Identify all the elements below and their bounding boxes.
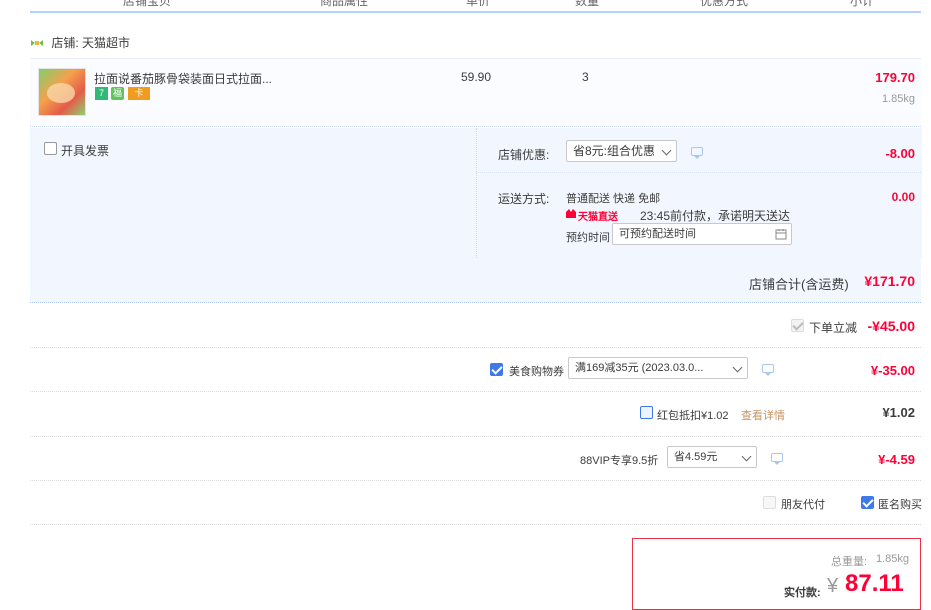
- item-unit-price: 59.90: [461, 70, 492, 84]
- tmall-direct-label: 天猫直送: [578, 212, 618, 223]
- vip-label: 88VIP专享9.5折: [580, 455, 659, 467]
- header-qty: 数量: [575, 0, 600, 8]
- shipping-method: 普通配送 快递 免邮: [566, 193, 661, 205]
- food-coupon-label: 美食购物券: [509, 366, 564, 378]
- tmall-direct-icon: [566, 207, 576, 218]
- item-subtotal: 179.70: [875, 70, 915, 85]
- schedule-placeholder: 可预约配送时间: [619, 228, 696, 240]
- instant-discount-label: 下单立减: [809, 321, 858, 335]
- total-weight-label: 总重量:: [831, 556, 868, 568]
- chevron-down-icon: [734, 447, 756, 467]
- row-divider: [30, 391, 921, 392]
- header-item: 店铺宝贝: [123, 0, 172, 8]
- friend-pay-checkbox[interactable]: [763, 496, 776, 509]
- store-total-amount: ¥171.70: [864, 273, 915, 289]
- message-icon[interactable]: [771, 453, 783, 465]
- item-row: [30, 58, 921, 127]
- store-discount-label: 店铺优惠:: [498, 148, 550, 162]
- schedule-input[interactable]: 可预约配送时间: [612, 223, 792, 245]
- item-title[interactable]: 拉面说番茄豚骨袋装面日式拉面...: [94, 70, 394, 87]
- header-attr: 商品属性: [320, 0, 369, 8]
- vip-amount: ¥-4.59: [878, 452, 915, 467]
- store-discount-amount: -8.00: [885, 146, 915, 161]
- store-total-label: 店铺合计(含运费): [749, 277, 849, 292]
- friend-pay-label: 朋友代付: [781, 499, 825, 511]
- guarantee-icon: 福: [111, 87, 124, 100]
- instant-discount-amount: -¥45.00: [867, 318, 915, 334]
- food-coupon-select[interactable]: 满169减35元 (2023.03.0...: [568, 357, 748, 379]
- seven-day-return-icon: 7: [95, 87, 108, 100]
- anonymous-checkbox[interactable]: [861, 496, 874, 509]
- instant-discount-checkbox: [791, 319, 804, 332]
- invoice-checkbox[interactable]: [44, 142, 57, 155]
- shop-row: 店铺: 天猫超市: [30, 34, 130, 51]
- schedule-label: 预约时间: [566, 232, 610, 244]
- calendar-icon: [775, 229, 787, 240]
- store-discount-select[interactable]: 省8元:组合优惠: [566, 140, 677, 162]
- total-weight-value: 1.85kg: [876, 553, 910, 565]
- header-price: 单价: [466, 0, 491, 8]
- panel-divider: [476, 172, 921, 173]
- row-divider: [30, 524, 921, 525]
- food-coupon-amount: ¥-35.00: [870, 363, 915, 378]
- vip-value: 省4.59元: [674, 451, 718, 463]
- shipping-label: 运送方式:: [498, 192, 550, 206]
- delivery-promise: 23:45前付款，承诺明天送达: [640, 209, 791, 223]
- red-packet-checkbox[interactable]: [640, 406, 653, 419]
- table-header: 店铺宝贝 商品属性 单价 数量 优惠方式 小计: [30, 0, 921, 13]
- row-divider: [30, 436, 921, 437]
- message-icon[interactable]: [762, 364, 774, 376]
- vip-select[interactable]: 省4.59元: [667, 446, 757, 468]
- currency-symbol: ¥: [827, 575, 839, 597]
- item-thumbnail[interactable]: [38, 68, 86, 116]
- row-divider: [30, 480, 921, 481]
- tmall-supermarket-icon: [31, 39, 43, 46]
- red-packet-amount: ¥1.02: [882, 405, 915, 420]
- shipping-amount: 0.00: [891, 190, 915, 204]
- card-icon: 卡: [128, 87, 150, 100]
- header-discount: 优惠方式: [700, 0, 749, 8]
- chevron-down-icon: [654, 141, 676, 161]
- food-coupon-checkbox[interactable]: [490, 363, 503, 376]
- header-subtotal: 小计: [850, 0, 875, 8]
- item-quantity: 3: [582, 70, 589, 84]
- anonymous-label: 匿名购买: [878, 499, 922, 511]
- invoice-label: 开具发票: [61, 144, 110, 158]
- message-icon[interactable]: [691, 147, 703, 159]
- item-weight: 1.85kg: [881, 93, 915, 105]
- pay-amount: 87.11: [845, 570, 904, 597]
- red-packet-label: 红包抵扣¥1.02: [657, 410, 729, 422]
- shop-name[interactable]: 店铺: 天猫超市: [51, 36, 130, 50]
- chevron-down-icon: [725, 358, 747, 378]
- row-divider: [30, 347, 921, 348]
- food-coupon-value: 满169减35元 (2023.03.0...: [575, 362, 704, 374]
- store-discount-value: 省8元:组合优惠: [573, 144, 656, 158]
- pay-label: 实付款:: [784, 587, 821, 599]
- red-packet-details-link[interactable]: 查看详情: [741, 407, 785, 423]
